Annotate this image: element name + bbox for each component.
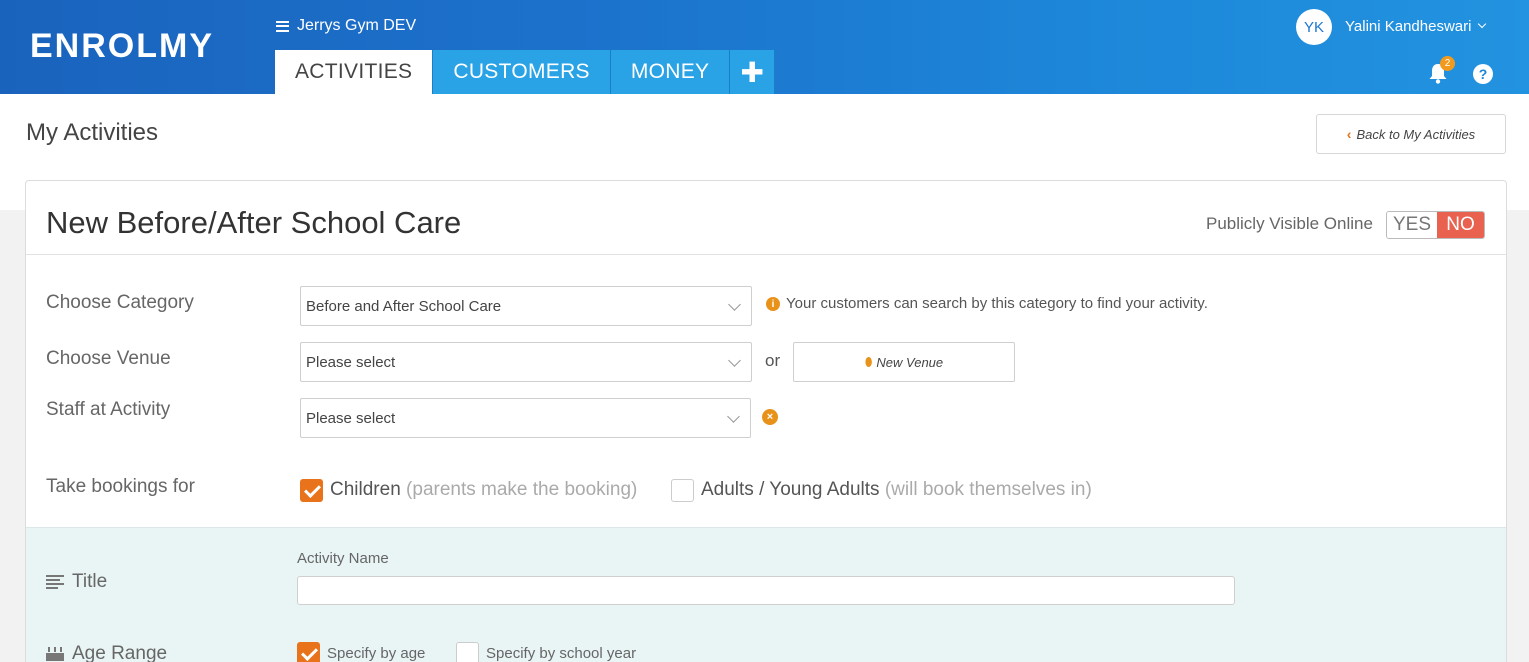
tab-money[interactable]: MONEY [610,50,731,94]
specify-by-school-year-checkbox[interactable] [456,642,479,662]
category-label: Choose Category [46,292,194,313]
back-to-activities-button[interactable]: ‹ Back to My Activities [1316,114,1506,154]
adults-checkbox[interactable] [671,479,694,502]
category-select[interactable]: Before and After School Care [300,286,752,326]
org-name: Jerrys Gym DEV [297,17,417,34]
tab-customers[interactable]: CUSTOMERS [433,50,611,94]
user-name: Yalini Kandheswari [1345,18,1472,35]
children-option[interactable]: Children (parents make the booking) [330,479,637,501]
staff-select[interactable]: Please select [300,398,751,438]
align-left-icon [46,575,64,589]
adults-hint: (will book themselves in) [884,479,1092,500]
page-title: My Activities [26,119,159,146]
children-label: Children [330,479,401,500]
tab-activities[interactable]: ACTIVITIES [275,50,434,94]
age-section-text: Age Range [72,643,168,662]
activity-name-input[interactable] [297,576,1235,605]
or-label: or [765,351,781,370]
help-icon[interactable]: ? [1473,64,1493,84]
specify-by-school-year-label[interactable]: Specify by school year [486,645,636,662]
clear-staff-icon[interactable]: × [762,409,778,425]
new-venue-label: New Venue [876,354,944,370]
specify-by-age-checkbox[interactable] [297,642,320,662]
specify-by-age-label[interactable]: Specify by age [327,645,425,662]
venue-value: Please select [306,353,396,371]
add-tab-button[interactable]: ✚ [730,50,776,94]
enrolmy-logo[interactable]: ENROLMY [30,27,214,66]
title-section-label: Title [46,571,107,593]
form-title: New Before/After School Care [46,205,462,240]
org-switcher[interactable]: Jerrys Gym DEV [276,17,416,35]
adults-option[interactable]: Adults / Young Adults (will book themsel… [701,479,1092,501]
bookings-label: Take bookings for [46,476,195,497]
avatar[interactable]: YK [1296,9,1332,45]
category-value: Before and After School Care [306,297,502,315]
menu-icon [276,20,289,32]
visibility-no-option[interactable]: NO [1437,212,1484,238]
visibility-toggle[interactable]: YES NO [1386,211,1485,239]
age-section-label: Age Range [46,643,167,662]
divider [26,254,1506,255]
venue-select[interactable]: Please select [300,342,752,382]
title-section-text: Title [72,571,108,592]
venue-label: Choose Venue [46,348,171,369]
new-venue-button[interactable]: ⬮ New Venue [793,342,1015,382]
visibility-label: Publicly Visible Online [1206,214,1373,233]
user-menu[interactable]: Yalini Kandheswari [1345,18,1487,35]
notification-badge: 2 [1440,56,1455,71]
children-checkbox[interactable] [300,479,323,502]
staff-value: Please select [306,409,396,427]
children-hint: (parents make the booking) [406,479,638,500]
main-tabs: ACTIVITIES CUSTOMERS MONEY ✚ [275,50,776,94]
staff-label: Staff at Activity [46,399,171,420]
visibility-yes-option[interactable]: YES [1387,212,1437,238]
birthday-cake-icon [46,647,64,661]
chevron-left-icon: ‹ [1346,126,1352,142]
back-label: Back to My Activities [1356,126,1476,142]
info-icon: i [766,297,780,311]
chevron-down-icon [1478,19,1487,29]
map-pin-icon: ⬮ [864,354,873,369]
activity-name-label: Activity Name [297,550,389,567]
adults-label: Adults / Young Adults [701,479,880,500]
category-info-text: Your customers can search by this catego… [786,295,1208,312]
